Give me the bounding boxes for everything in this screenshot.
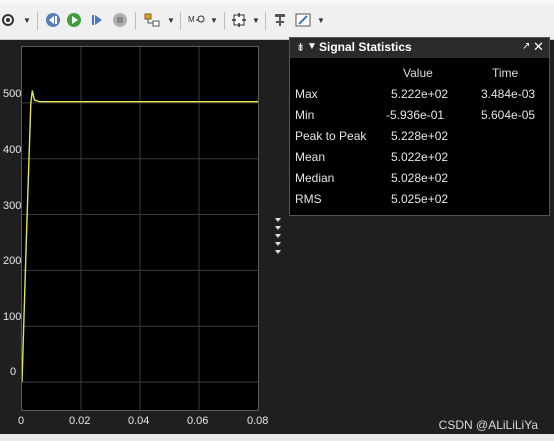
row-label: RMS <box>295 192 322 206</box>
plot-svg <box>22 47 258 410</box>
x-tick: 0.02 <box>69 415 91 427</box>
x-tick: 0.06 <box>187 415 209 427</box>
row-label: Min <box>295 108 315 122</box>
plot-axes[interactable] <box>21 46 259 411</box>
y-tick: 200 <box>3 255 22 267</box>
row-value: 5.228e+02 <box>391 129 449 143</box>
row-label: Peak to Peak <box>295 129 367 143</box>
y-tick: 500 <box>3 88 22 100</box>
row-time: 5.604e-05 <box>481 108 536 122</box>
fit-icon[interactable] <box>230 10 248 30</box>
step-back-icon[interactable] <box>44 10 62 30</box>
layout-icon[interactable] <box>142 10 162 30</box>
row-label: Max <box>295 87 318 101</box>
svg-text:M: M <box>188 15 195 24</box>
zoom-icon[interactable]: M <box>186 10 206 30</box>
watermark: CSDN @ALiLiLiYa <box>438 418 538 432</box>
x-tick: 0.04 <box>128 415 150 427</box>
y-tick: 400 <box>3 144 22 156</box>
stop-icon[interactable] <box>111 10 129 30</box>
signal-statistics-panel: ⇟ ▼ Signal Statistics ↗ ✕ Value Time Max… <box>289 37 550 216</box>
y-tick: 300 <box>3 200 22 212</box>
row-value: 5.025e+02 <box>391 192 449 206</box>
edit-icon[interactable] <box>294 10 312 30</box>
row-label: Mean <box>295 150 326 164</box>
row-value: -5.936e-01 <box>386 108 445 122</box>
column-header-value: Value <box>403 66 433 80</box>
y-tick: 0 <box>10 366 17 378</box>
row-label: Median <box>295 171 335 185</box>
row-value: 5.028e+02 <box>391 171 449 185</box>
x-tick: 0.08 <box>247 415 269 427</box>
run-icon[interactable] <box>65 10 83 30</box>
x-tick: 0 <box>18 415 25 427</box>
chevron-down-icon[interactable]: ▼ <box>307 41 317 52</box>
column-header-time: Time <box>492 66 519 80</box>
panel-header: ⇟ ▼ Signal Statistics ↗ ✕ <box>290 38 549 58</box>
chevron-down-icon[interactable]: ▼ <box>251 10 261 30</box>
row-value: 5.222e+02 <box>391 87 449 101</box>
close-icon[interactable]: ✕ <box>533 39 544 55</box>
row-time: 3.484e-03 <box>481 87 536 101</box>
step-forward-icon[interactable] <box>88 10 106 30</box>
empty-area <box>290 215 554 434</box>
panel-title: Signal Statistics <box>319 40 412 54</box>
chevron-down-icon[interactable]: ▼ <box>166 10 176 30</box>
pin-icon[interactable]: ⇟ <box>296 41 305 54</box>
chevron-down-icon[interactable]: ▼ <box>22 10 32 30</box>
status-strip <box>0 434 554 441</box>
toolbar: ▼ ▼ M ▼ ▼ ▼ <box>0 0 554 40</box>
y-tick: 100 <box>3 311 22 323</box>
undock-icon[interactable]: ↗ <box>522 41 530 52</box>
cursor-measure-icon[interactable] <box>271 10 289 30</box>
chevron-down-icon[interactable]: ▼ <box>316 10 326 30</box>
row-value: 5.022e+02 <box>391 150 449 164</box>
splitter-grip[interactable] <box>275 216 281 256</box>
gear-icon[interactable] <box>0 10 16 30</box>
chevron-down-icon[interactable]: ▼ <box>209 10 219 30</box>
